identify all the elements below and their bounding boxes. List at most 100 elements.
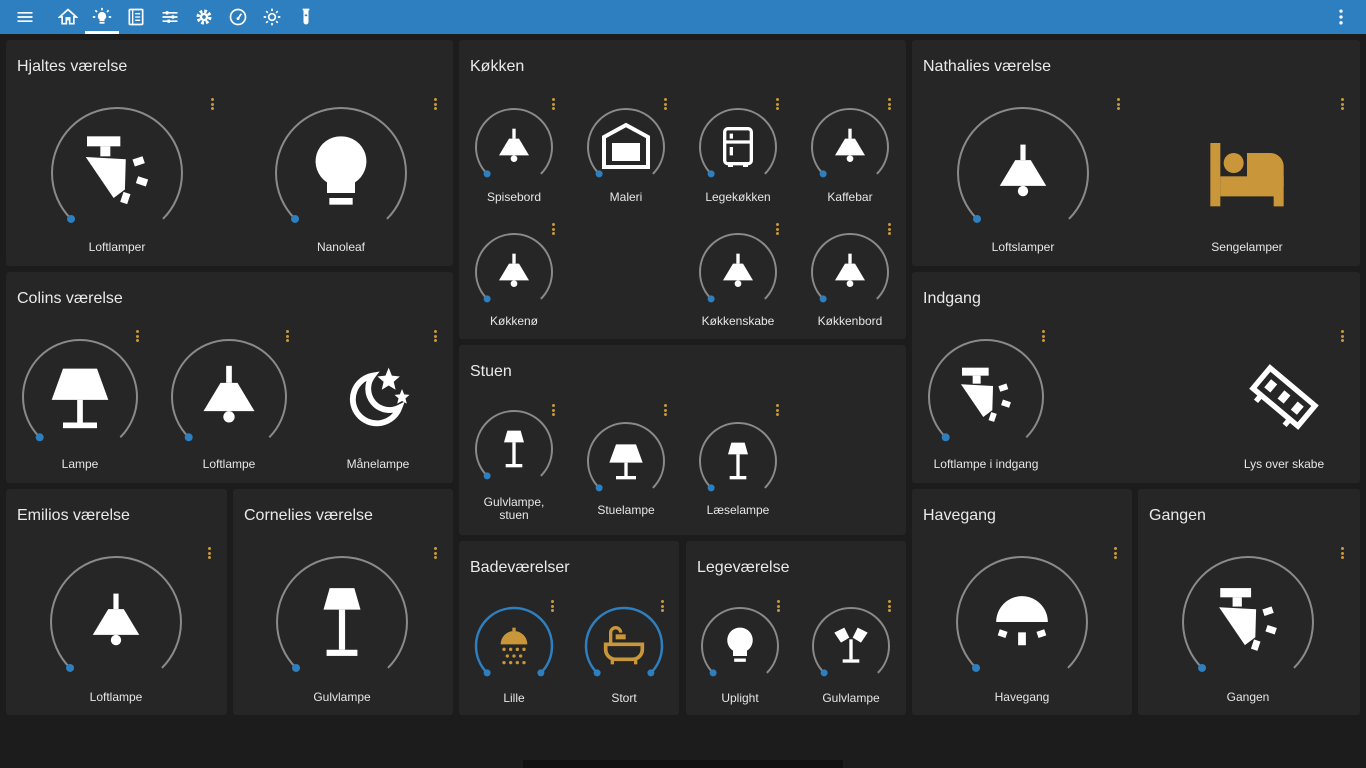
dial-knob[interactable]	[537, 669, 545, 677]
dial-knob[interactable]	[35, 433, 44, 442]
more-options-icon[interactable]	[552, 98, 556, 112]
dial-knob[interactable]	[483, 472, 491, 480]
brightness-dial[interactable]	[1138, 489, 1314, 672]
ceiling-lamp-icon[interactable]	[830, 127, 870, 167]
more-options-icon[interactable]	[1341, 98, 1345, 112]
more-options-icon[interactable]	[552, 404, 556, 418]
dial-knob[interactable]	[1198, 663, 1207, 672]
dial-knob[interactable]	[820, 669, 828, 677]
dial-knob[interactable]	[292, 663, 301, 672]
ceiling-lamp-icon[interactable]	[195, 363, 263, 431]
more-options-icon[interactable]	[777, 600, 781, 614]
home-icon[interactable]	[58, 7, 78, 27]
more-options-icon[interactable]	[888, 223, 892, 237]
more-options-icon[interactable]	[1341, 547, 1345, 561]
gauge-icon[interactable]	[228, 7, 248, 27]
shower-icon[interactable]	[494, 626, 534, 666]
ceiling-lamp-icon[interactable]	[830, 252, 870, 292]
table-lamp-icon[interactable]	[606, 441, 646, 481]
brightness-dial[interactable]	[459, 541, 664, 677]
table-lamp-icon[interactable]	[46, 363, 114, 431]
more-options-icon[interactable]	[434, 98, 438, 112]
dial-knob[interactable]	[67, 214, 76, 223]
dial-knob[interactable]	[184, 433, 193, 442]
led-strip-icon[interactable]	[1249, 364, 1319, 430]
more-options-icon[interactable]	[434, 330, 438, 344]
dial-knob[interactable]	[483, 669, 491, 677]
dial-knob[interactable]	[483, 295, 491, 303]
more-options-icon[interactable]	[211, 98, 215, 112]
ceiling-lamp-icon[interactable]	[494, 252, 534, 292]
bulb-icon[interactable]	[301, 133, 381, 213]
floor-spotlights-icon[interactable]	[831, 626, 871, 666]
sun-icon[interactable]	[262, 7, 282, 27]
dial-knob[interactable]	[593, 669, 601, 677]
more-options-icon[interactable]	[1042, 330, 1046, 344]
dial-knob[interactable]	[819, 295, 827, 303]
dial-knob[interactable]	[707, 170, 715, 178]
lightbulb-icon[interactable]	[92, 7, 112, 27]
dial-knob[interactable]	[707, 484, 715, 492]
more-options-icon[interactable]	[1341, 330, 1345, 344]
brightness-dial[interactable]	[6, 40, 407, 223]
dial-knob[interactable]	[709, 669, 717, 677]
more-options-icon[interactable]	[1117, 98, 1121, 112]
dial-knob[interactable]	[66, 663, 75, 672]
ceiling-lamp-icon[interactable]	[494, 127, 534, 167]
picture-lamp-icon[interactable]	[602, 122, 650, 171]
dial-knob[interactable]	[972, 663, 981, 672]
dial-knob[interactable]	[973, 214, 982, 223]
brightness-dial[interactable]	[6, 489, 182, 672]
more-options-icon[interactable]	[776, 223, 780, 237]
more-options-icon[interactable]	[208, 547, 212, 561]
book-icon[interactable]	[126, 7, 146, 27]
more-options-icon[interactable]	[661, 600, 665, 614]
bed-icon[interactable]	[1207, 133, 1287, 213]
dial-knob[interactable]	[483, 170, 491, 178]
ceiling-lamp-icon[interactable]	[718, 252, 758, 292]
sliders-icon[interactable]	[160, 7, 180, 27]
dial-knob[interactable]	[647, 669, 655, 677]
spotlight-icon[interactable]	[77, 133, 157, 213]
moon-stars-icon[interactable]	[346, 365, 410, 429]
more-options-icon[interactable]	[434, 547, 438, 561]
more-vertical-icon[interactable]	[1331, 7, 1351, 27]
spotlight-icon[interactable]	[1211, 585, 1285, 659]
brightness-dial[interactable]	[233, 489, 408, 672]
more-options-icon[interactable]	[664, 98, 668, 112]
floor-lamp-icon[interactable]	[718, 441, 758, 481]
floor-lamp-icon[interactable]	[494, 429, 534, 469]
dial-knob[interactable]	[941, 433, 950, 442]
brightness-dial[interactable]	[459, 40, 889, 303]
brightness-dial[interactable]	[912, 40, 1089, 223]
brightness-dial[interactable]	[686, 541, 890, 677]
more-options-icon[interactable]	[551, 600, 555, 614]
more-options-icon[interactable]	[552, 223, 556, 237]
fridge-icon[interactable]	[718, 126, 758, 167]
dial-knob[interactable]	[819, 170, 827, 178]
spotlight-icon[interactable]	[954, 365, 1018, 429]
menu-icon[interactable]	[15, 7, 35, 27]
dial-knob[interactable]	[595, 170, 603, 178]
more-options-icon[interactable]	[888, 98, 892, 112]
more-options-icon[interactable]	[776, 98, 780, 112]
brightness-dial[interactable]	[912, 272, 1044, 442]
gear-icon[interactable]	[194, 7, 214, 27]
ceiling-lamp-icon[interactable]	[992, 142, 1054, 204]
more-options-icon[interactable]	[136, 330, 140, 344]
more-options-icon[interactable]	[776, 404, 780, 418]
dome-lamp-icon[interactable]	[991, 591, 1053, 653]
dial-knob[interactable]	[291, 214, 300, 223]
brightness-dial[interactable]	[6, 272, 287, 442]
more-options-icon[interactable]	[888, 600, 892, 614]
brightness-dial[interactable]	[912, 489, 1088, 672]
more-options-icon[interactable]	[1114, 547, 1118, 561]
dial-knob[interactable]	[595, 484, 603, 492]
test-tube-icon[interactable]	[296, 7, 316, 27]
brightness-dial[interactable]	[459, 345, 777, 492]
more-options-icon[interactable]	[664, 404, 668, 418]
bathtub-icon[interactable]	[603, 626, 645, 666]
floor-lamp-icon[interactable]	[305, 585, 379, 659]
dial-knob[interactable]	[707, 295, 715, 303]
more-options-icon[interactable]	[286, 330, 290, 344]
